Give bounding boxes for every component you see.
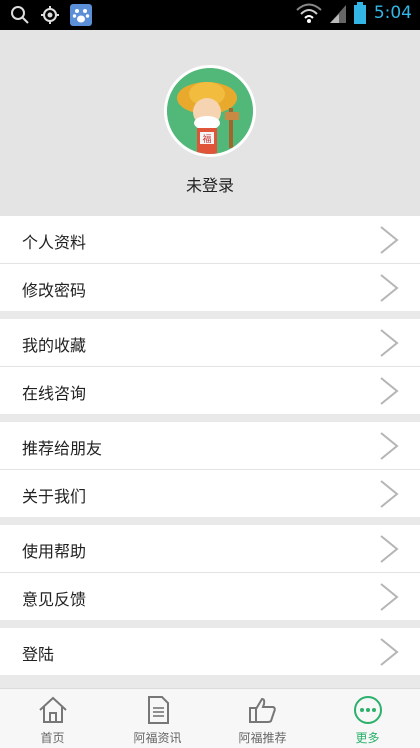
menu-item-label: 修改密码 (22, 281, 87, 300)
profile-header: 福 未登录 (0, 30, 420, 216)
menu-item-label: 我的收藏 (22, 336, 87, 355)
chevron-right-icon (380, 432, 399, 460)
menu-item-feedback[interactable]: 意见反馈 (0, 573, 420, 620)
chevron-right-icon (380, 274, 399, 302)
menu-item-help[interactable]: 使用帮助 (0, 525, 420, 572)
chevron-right-icon (380, 480, 399, 508)
mascot-image: 福 (167, 68, 253, 154)
chevron-right-icon (380, 226, 399, 254)
login-status-label[interactable]: 未登录 (0, 172, 420, 196)
tab-more[interactable]: 更多 (315, 689, 420, 748)
menu-item-about-us[interactable]: 关于我们 (0, 470, 420, 517)
tab-news[interactable]: 阿福资讯 (105, 689, 210, 748)
tab-label: 阿福资讯 (133, 731, 182, 745)
menu-item-online-consult[interactable]: 在线咨询 (0, 367, 420, 414)
svg-text:福: 福 (202, 133, 211, 145)
avatar[interactable]: 福 (164, 65, 256, 157)
tab-recommend[interactable]: 阿福推荐 (210, 689, 315, 748)
battery-icon (353, 2, 366, 24)
menu-item-recommend-friends[interactable]: 推荐给朋友 (0, 422, 420, 469)
chevron-right-icon (380, 377, 399, 405)
tab-label: 首页 (40, 731, 65, 745)
chevron-right-icon (380, 535, 399, 563)
more-icon (354, 696, 382, 724)
chevron-right-icon (380, 638, 399, 666)
tab-label: 阿福推荐 (238, 731, 287, 745)
menu-item-login[interactable]: 登陆 (0, 628, 420, 675)
menu-item-label: 关于我们 (22, 487, 87, 506)
signal-icon (329, 5, 346, 23)
chevron-right-icon (380, 329, 399, 357)
chevron-right-icon (380, 583, 399, 611)
status-bar: 5:04 (0, 0, 420, 30)
clock: 5:04 (373, 3, 412, 23)
search-icon (11, 6, 29, 24)
menu-item-label: 使用帮助 (22, 542, 87, 561)
tab-label: 更多 (355, 731, 380, 745)
menu-item-favorites[interactable]: 我的收藏 (0, 319, 420, 366)
menu-item-change-password[interactable]: 修改密码 (0, 264, 420, 311)
home-icon (39, 696, 67, 723)
location-icon (41, 6, 59, 24)
bottom-tab-bar: 首页 阿福资讯 阿福推荐 更多 (0, 688, 420, 748)
menu-item-label: 意见反馈 (22, 590, 87, 609)
menu-item-label: 推荐给朋友 (22, 439, 103, 458)
menu-item-label: 个人资料 (22, 233, 87, 252)
baidu-app-icon (70, 4, 92, 26)
tab-home[interactable]: 首页 (0, 689, 105, 748)
menu-item-profile[interactable]: 个人资料 (0, 216, 420, 263)
menu-item-label: 在线咨询 (22, 384, 87, 403)
menu-item-label: 登陆 (22, 645, 55, 664)
thumbs-up-icon (249, 697, 276, 723)
wifi-icon (296, 3, 322, 23)
news-icon (148, 696, 169, 724)
